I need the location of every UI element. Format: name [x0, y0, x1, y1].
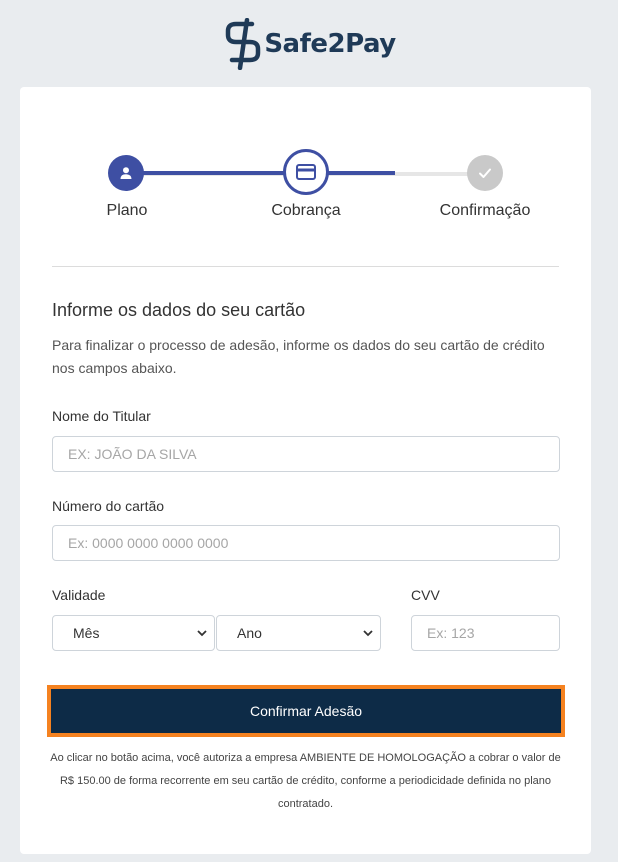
checkout-card: Plano Cobrança Confirmação Informe os da… — [20, 87, 591, 854]
user-icon — [120, 167, 132, 179]
progress-stepper: Plano Cobrança Confirmação — [20, 147, 591, 237]
brand-logo: Safe2Pay — [0, 16, 618, 72]
expiry-label: Validade — [52, 587, 106, 603]
credit-card-icon — [296, 164, 316, 180]
step-label-confirmacao: Confirmação — [439, 202, 531, 219]
card-number-input[interactable] — [52, 525, 560, 561]
step-plano-circle — [108, 155, 144, 191]
safe2pay-logo-icon — [226, 18, 261, 70]
holder-name-label: Nome do Titular — [52, 408, 151, 424]
chevron-down-icon — [197, 630, 207, 637]
check-icon — [479, 168, 491, 178]
form-title: Informe os dados do seu cartão — [52, 300, 306, 320]
expiry-year-select[interactable]: Ano — [216, 615, 381, 651]
authorization-notice: Ao clicar no botão acima, você autoriza … — [50, 752, 561, 810]
step-label-plano: Plano — [106, 202, 148, 219]
step-label-cobranca: Cobrança — [271, 202, 341, 219]
chevron-down-icon — [363, 630, 373, 637]
brand-name: Safe2Pay — [264, 29, 396, 59]
holder-name-input[interactable] — [52, 436, 560, 472]
section-divider — [52, 266, 559, 267]
confirm-adhesion-button[interactable]: Confirmar Adesão — [51, 689, 561, 733]
cvv-label: CVV — [411, 587, 440, 603]
stepper-progress — [125, 171, 395, 175]
expiry-year-value: Ano — [237, 625, 262, 641]
confirm-button-highlight: Confirmar Adesão — [47, 685, 565, 737]
step-confirmacao-circle — [467, 155, 503, 191]
expiry-month-value: Mês — [73, 625, 100, 641]
expiry-month-select[interactable]: Mês — [52, 615, 215, 651]
card-number-label: Número do cartão — [52, 498, 165, 514]
step-cobranca-circle — [283, 149, 329, 195]
form-description: Para finalizar o processo de adesão, inf… — [52, 337, 545, 376]
cvv-input[interactable] — [411, 615, 560, 651]
